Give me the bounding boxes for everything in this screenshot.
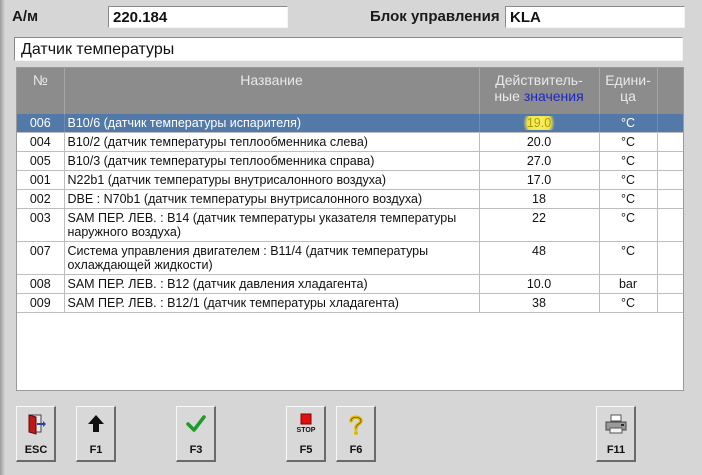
row-num: 002 bbox=[17, 189, 65, 209]
row-num: 008 bbox=[17, 274, 65, 294]
row-name: B10/3 (датчик температуры теплообменника… bbox=[64, 151, 480, 171]
row-value: 17.0 bbox=[479, 170, 600, 190]
model-value: 220.184 bbox=[108, 6, 288, 28]
row-name: B10/6 (датчик температуры испарителя) bbox=[64, 114, 480, 133]
table-row[interactable]: 008 SAM ПЕР. ЛЕВ. : B12 (датчик давления… bbox=[17, 274, 683, 294]
table-row[interactable]: 005 B10/3 (датчик температуры теплообмен… bbox=[17, 151, 683, 171]
vehicle-header: А/м 220.184 Блок управления KLA bbox=[8, 4, 686, 30]
f3-button[interactable]: F3 bbox=[176, 406, 216, 462]
row-empty bbox=[657, 114, 683, 133]
column-header-name: Название bbox=[64, 68, 480, 114]
row-num: 006 bbox=[17, 114, 65, 133]
f6-key-label: F6 bbox=[349, 444, 363, 456]
table-row[interactable]: 009 SAM ПЕР. ЛЕВ. : B12/1 (датчик темпер… bbox=[17, 293, 683, 313]
row-value: 19.0 bbox=[479, 114, 600, 133]
f3-key-label: F3 bbox=[189, 444, 203, 456]
row-num: 005 bbox=[17, 151, 65, 171]
row-name: N22b1 (датчик температуры внутрисалонног… bbox=[64, 170, 480, 190]
table-header-row: № Название Действитель- ные значения Еди… bbox=[17, 68, 683, 114]
row-value: 10.0 bbox=[479, 274, 600, 294]
screen-title: Датчик температуры bbox=[14, 37, 683, 61]
row-unit: °C bbox=[599, 241, 658, 275]
help-question-icon bbox=[337, 413, 375, 435]
column-header-value-line2a: ные bbox=[494, 88, 524, 104]
column-header-value-line1: Действитель- bbox=[495, 72, 583, 88]
row-value: 48 bbox=[479, 241, 600, 275]
row-value: 22 bbox=[479, 208, 600, 242]
table-row[interactable]: 002 DBE : N70b1 (датчик температуры внут… bbox=[17, 189, 683, 209]
column-header-value: Действитель- ные значения bbox=[479, 68, 600, 114]
row-name: SAM ПЕР. ЛЕВ. : B14 (датчик температуры … bbox=[64, 208, 480, 242]
row-name: Система управления двигателем : B11/4 (д… bbox=[64, 241, 480, 275]
function-key-toolbar: ESC F1 F3 STOP F5 F6 F11 bbox=[0, 402, 702, 475]
row-empty bbox=[657, 132, 683, 152]
stop-icon-text: STOP bbox=[296, 427, 316, 434]
row-unit: °C bbox=[599, 132, 658, 152]
column-header-unit-line1: Едини- bbox=[605, 72, 651, 88]
row-empty bbox=[657, 293, 683, 313]
row-empty bbox=[657, 189, 683, 209]
row-empty bbox=[657, 208, 683, 242]
row-unit: °C bbox=[599, 293, 658, 313]
stop-icon: STOP bbox=[287, 413, 325, 435]
model-label: А/м bbox=[12, 8, 39, 25]
column-header-empty bbox=[657, 68, 683, 114]
f1-button[interactable]: F1 bbox=[76, 406, 116, 462]
f11-button[interactable]: F11 bbox=[596, 406, 636, 462]
row-unit: bar bbox=[599, 274, 658, 294]
table-row[interactable]: 003 SAM ПЕР. ЛЕВ. : B14 (датчик температ… bbox=[17, 208, 683, 242]
f5-key-label: F5 bbox=[299, 444, 313, 456]
f11-key-label: F11 bbox=[606, 444, 626, 456]
row-num: 004 bbox=[17, 132, 65, 152]
row-unit: °C bbox=[599, 208, 658, 242]
row-unit: °C bbox=[599, 189, 658, 209]
table-row[interactable]: 001 N22b1 (датчик температуры внутрисало… bbox=[17, 170, 683, 190]
row-num: 001 bbox=[17, 170, 65, 190]
f1-key-label: F1 bbox=[89, 444, 103, 456]
row-num: 009 bbox=[17, 293, 65, 313]
checkmark-icon bbox=[177, 413, 215, 435]
row-name: SAM ПЕР. ЛЕВ. : B12 (датчик давления хла… bbox=[64, 274, 480, 294]
values-table: № Название Действитель- ные значения Еди… bbox=[16, 67, 684, 391]
row-empty bbox=[657, 170, 683, 190]
printer-icon bbox=[597, 413, 635, 435]
row-value-highlight: 19.0 bbox=[518, 116, 560, 130]
control-unit-label: Блок управления bbox=[370, 8, 500, 25]
arrow-up-icon bbox=[77, 413, 115, 435]
row-value: 27.0 bbox=[479, 151, 600, 171]
row-empty bbox=[657, 241, 683, 275]
row-value: 38 bbox=[479, 293, 600, 313]
control-unit-value: KLA bbox=[505, 6, 685, 28]
f5-button[interactable]: STOP F5 bbox=[286, 406, 326, 462]
row-name: DBE : N70b1 (датчик температуры внутриса… bbox=[64, 189, 480, 209]
row-name: B10/2 (датчик температуры теплообменника… bbox=[64, 132, 480, 152]
column-header-value-line2b: значения bbox=[523, 88, 584, 104]
column-header-num: № bbox=[17, 68, 65, 114]
exit-door-icon bbox=[17, 413, 55, 435]
esc-button[interactable]: ESC bbox=[16, 406, 56, 462]
row-empty bbox=[657, 274, 683, 294]
f6-button[interactable]: F6 bbox=[336, 406, 376, 462]
row-unit: °C bbox=[599, 114, 658, 133]
row-num: 007 bbox=[17, 241, 65, 275]
row-unit: °C bbox=[599, 170, 658, 190]
table-row[interactable]: 004 B10/2 (датчик температуры теплообмен… bbox=[17, 132, 683, 152]
row-num: 003 bbox=[17, 208, 65, 242]
table-row[interactable]: 006 B10/6 (датчик температуры испарителя… bbox=[17, 114, 683, 133]
row-empty bbox=[657, 151, 683, 171]
esc-key-label: ESC bbox=[24, 444, 48, 456]
row-name: SAM ПЕР. ЛЕВ. : B12/1 (датчик температур… bbox=[64, 293, 480, 313]
row-value: 20.0 bbox=[479, 132, 600, 152]
table-row[interactable]: 007 Система управления двигателем : B11/… bbox=[17, 241, 683, 275]
column-header-unit-line2: ца bbox=[620, 88, 636, 104]
row-unit: °C bbox=[599, 151, 658, 171]
column-header-unit: Едини- ца bbox=[599, 68, 658, 114]
row-value: 18 bbox=[479, 189, 600, 209]
